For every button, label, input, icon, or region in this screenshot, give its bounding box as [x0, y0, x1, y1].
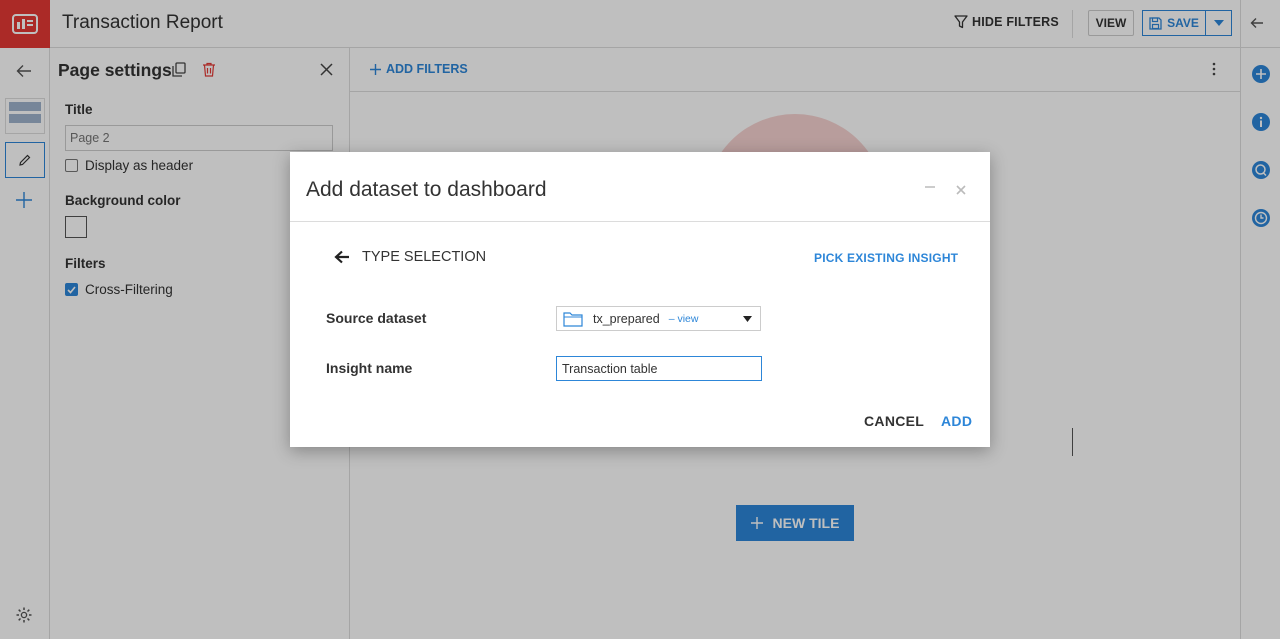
- type-selection-back[interactable]: TYPE SELECTION: [334, 249, 486, 265]
- source-dataset-value: tx_prepared: [593, 311, 660, 326]
- caret-down-icon: [743, 316, 752, 322]
- type-selection-label: TYPE SELECTION: [362, 249, 487, 265]
- insight-name-input[interactable]: [556, 356, 762, 381]
- close-icon[interactable]: [956, 182, 966, 200]
- folder-icon: [563, 311, 583, 327]
- cancel-button[interactable]: CANCEL: [864, 413, 924, 429]
- dialog-header: Add dataset to dashboard: [290, 152, 990, 222]
- back-arrow-icon: [334, 250, 349, 264]
- insight-name-label: Insight name: [326, 360, 413, 376]
- add-button[interactable]: ADD: [941, 413, 972, 429]
- source-dataset-select[interactable]: tx_prepared – view: [556, 306, 761, 331]
- pick-existing-insight-link[interactable]: PICK EXISTING INSIGHT: [814, 251, 958, 265]
- dialog-title: Add dataset to dashboard: [306, 178, 547, 201]
- minimize-icon[interactable]: [924, 180, 936, 198]
- add-dataset-dialog: Add dataset to dashboard TYPE SELECTION …: [290, 152, 990, 447]
- view-dataset-link[interactable]: – view: [669, 313, 699, 325]
- source-dataset-label: Source dataset: [326, 310, 427, 326]
